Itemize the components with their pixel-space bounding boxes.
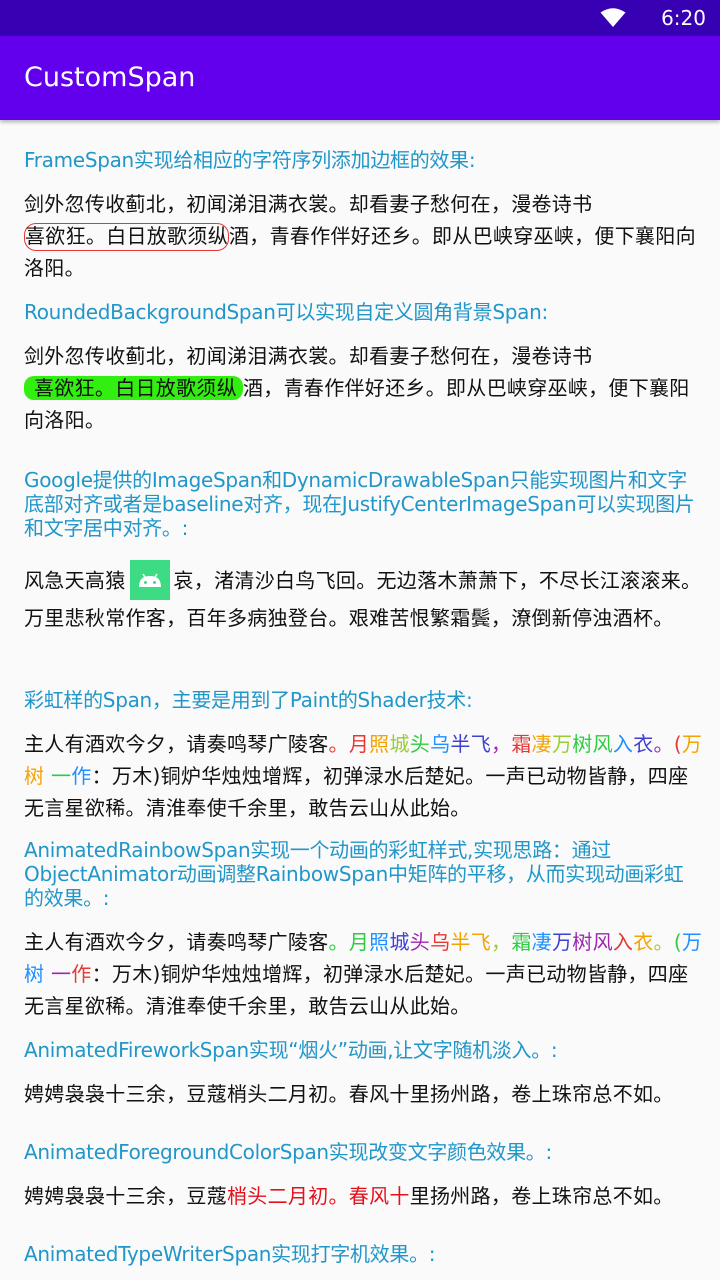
image-section-text: 风急天高猿 哀，渚清沙白鸟飞回。无边落木萧萧下，不尽长江滚滚来。万里悲秋常作客，百…: [24, 560, 704, 634]
image-section-title: Google提供的ImageSpan和DynamicDrawableSpan只能…: [24, 468, 695, 540]
frame-section-text: 剑外忽传收蓟北，初闻涕泪满衣裳。却看妻子愁何在，漫卷诗书 喜欲狂。白日放歌须纵酒…: [24, 188, 704, 284]
status-time: 6:20: [661, 6, 706, 30]
rainbow-char: 入: [612, 732, 634, 756]
rainbow-char: 飞: [470, 732, 491, 756]
rounded-bg-span: 喜欲狂。白日放歌须纵: [24, 376, 243, 400]
rainbow-char: [44, 962, 51, 986]
animated-rainbow-plain-2: ：万木)铜炉华烛烛增辉，初弹渌水后楚妃。一声已动物皆静，四座无言星欲稀。清淮奉使…: [24, 962, 689, 1018]
animated-rainbow-section-text: 主人有酒欢今夕，请奏鸣琴广陵客。月照城头乌半飞，霜凄万树风入衣。(万树 一作：万…: [24, 926, 704, 1022]
rainbow-char: 万: [551, 732, 573, 756]
fgcolor-section-title: AnimatedForegroundColorSpan实现改变文字颜色效果。:: [24, 1140, 552, 1164]
fgcolor-after: 里扬州路，卷上珠帘总不如。: [409, 1184, 674, 1208]
rainbow-char: ，: [491, 930, 512, 954]
status-bar: 6:20: [0, 0, 720, 36]
rainbow-char: 月: [348, 930, 370, 954]
animated-rainbow-plain-1: 主人有酒欢今夕，请奏鸣琴广陵客: [24, 930, 329, 954]
typewriter-section-title: AnimatedTypeWriterSpan实现打字机效果。:: [24, 1242, 436, 1266]
firework-section-text: 娉娉袅袅十三余，豆蔻梢头二月初。春风十里扬州路，卷上珠帘总不如。: [24, 1082, 674, 1106]
rainbow-char: 霜: [511, 732, 532, 756]
rainbow-char: 乌: [430, 930, 451, 954]
app-bar: CustomSpan: [0, 36, 720, 120]
rainbow-char: 万: [681, 930, 703, 954]
fgcolor-section-text: 娉娉袅袅十三余，豆蔻梢头二月初。春风十里扬州路，卷上珠帘总不如。: [24, 1180, 704, 1212]
animated-rainbow-section-title: AnimatedRainbowSpan实现一个动画的彩虹样式,实现思路：通过Ob…: [24, 838, 684, 910]
rainbow-char: 城: [389, 732, 410, 756]
rainbow-char: 飞: [470, 930, 491, 954]
rainbow-char: 。: [653, 930, 674, 954]
rainbow-char: 。: [328, 732, 349, 756]
framed-span: 喜欲狂。白日放歌须纵: [24, 223, 229, 251]
rainbow-char: 树: [572, 732, 593, 756]
rainbow-char: 衣: [633, 732, 654, 756]
app-title: CustomSpan: [24, 62, 196, 93]
rainbow-char: 照: [369, 930, 390, 954]
android-icon: [129, 560, 170, 600]
rainbow-char: 衣: [633, 930, 654, 954]
rainbow-plain-2: ：万木)铜炉华烛烛增辉，初弹渌水后楚妃。一声已动物皆静，四座无言星欲稀。清淮奉使…: [24, 764, 689, 820]
rainbow-char: 作: [71, 962, 92, 986]
rainbow-char: 一: [50, 764, 72, 788]
rainbow-char: 月: [348, 732, 370, 756]
rainbow-char: 半: [450, 930, 471, 954]
rounded-line1: 剑外忽传收蓟北，初闻涕泪满衣裳。却看妻子愁何在，漫卷诗书: [24, 344, 593, 368]
rounded-section-title: RoundedBackgroundSpan可以实现自定义圆角背景Span:: [24, 300, 548, 324]
firework-section-title: AnimatedFireworkSpan实现“烟火”动画,让文字随机淡入。:: [24, 1038, 558, 1062]
rainbow-char: 。: [328, 930, 349, 954]
rainbow-char: 树: [24, 962, 45, 986]
rainbow-char: 凄: [531, 930, 552, 954]
wifi-icon: [600, 8, 626, 27]
frame-section-title: FrameSpan实现给相应的字符序列添加边框的效果:: [24, 148, 476, 172]
rainbow-char: 。: [653, 732, 674, 756]
rainbow-char: (: [673, 930, 682, 954]
rainbow-char: 树: [24, 764, 45, 788]
rainbow-char: 照: [369, 732, 390, 756]
rainbow-char: 头: [409, 732, 431, 756]
rainbow-section-title: 彩虹样的Span，主要是用到了Paint的Shader技术:: [24, 688, 473, 712]
rainbow-section-text: 主人有酒欢今夕，请奏鸣琴广陵客。月照城头乌半飞，霜凄万树风入衣。(万树 一作：万…: [24, 728, 704, 824]
fgcolor-colored-span: 梢头二月初。春风十: [227, 1184, 410, 1208]
rainbow-char: 乌: [430, 732, 451, 756]
rainbow-char: 树: [572, 930, 593, 954]
rainbow-char: 万: [681, 732, 703, 756]
rainbow-char: 入: [612, 930, 634, 954]
fgcolor-before: 娉娉袅袅十三余，豆蔻: [24, 1184, 227, 1208]
rainbow-char: 作: [71, 764, 92, 788]
rounded-section-text: 剑外忽传收蓟北，初闻涕泪满衣裳。却看妻子愁何在，漫卷诗书 喜欲狂。白日放歌须纵酒…: [24, 340, 704, 436]
rainbow-plain-1: 主人有酒欢今夕，请奏鸣琴广陵客: [24, 732, 329, 756]
rainbow-char: 半: [450, 732, 471, 756]
rainbow-char: 一: [50, 962, 72, 986]
rainbow-char: 万: [551, 930, 573, 954]
rainbow-char: 风: [592, 732, 613, 756]
rainbow-char: 城: [389, 930, 410, 954]
rainbow-char: ，: [491, 732, 512, 756]
image-text-before: 风急天高猿: [24, 568, 126, 593]
rainbow-char: [44, 764, 51, 788]
frame-line1: 剑外忽传收蓟北，初闻涕泪满衣裳。却看妻子愁何在，漫卷诗书: [24, 192, 593, 216]
rainbow-char: 风: [592, 930, 613, 954]
rainbow-char: (: [673, 732, 682, 756]
rainbow-char: 凄: [531, 732, 552, 756]
rainbow-char: 头: [409, 930, 431, 954]
rainbow-char: 霜: [511, 930, 532, 954]
